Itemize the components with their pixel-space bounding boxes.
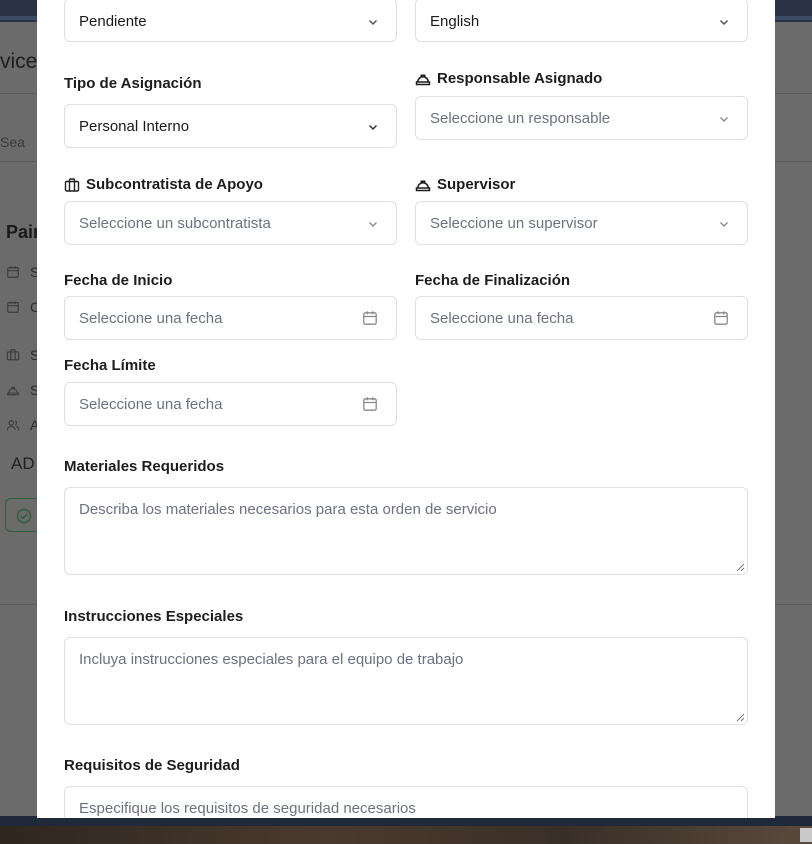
chevron-down-icon — [719, 19, 729, 26]
bg-briefcase-row: S — [6, 347, 39, 363]
window-corner-button[interactable] — [800, 828, 812, 842]
responsible-placeholder: Seleccione un responsable — [430, 110, 611, 127]
status-select-value: Pendiente — [79, 13, 147, 30]
materials-label: Materiales Requeridos — [64, 458, 224, 475]
deadline-picker[interactable]: Seleccione una fecha — [64, 382, 397, 426]
users-icon — [6, 420, 20, 431]
end-date-placeholder: Seleccione una fecha — [430, 310, 574, 327]
deadline-placeholder: Seleccione una fecha — [79, 396, 223, 413]
special-instructions-label-text: Instrucciones Especiales — [64, 608, 244, 625]
start-date-picker[interactable]: Seleccione una fecha — [64, 296, 397, 340]
end-date-label: Fecha de Finalización — [415, 272, 570, 289]
language-select[interactable]: English — [415, 0, 748, 42]
language-select-value: English — [430, 13, 480, 30]
supervisor-placeholder: Seleccione un supervisor — [430, 215, 598, 232]
taskbar-strip — [0, 816, 812, 844]
assignment-type-value: Personal Interno — [79, 118, 190, 135]
safety-requirements-label-text: Requisitos de Seguridad — [64, 757, 240, 774]
supervisor-label-text: Supervisor — [437, 176, 516, 193]
hard-hat-icon — [415, 74, 431, 85]
start-date-label-text: Fecha de Inicio — [64, 272, 173, 289]
assignment-type-label-text: Tipo de Asignación — [64, 75, 202, 92]
safety-requirements-placeholder: Especifique los requisitos de seguridad … — [79, 800, 416, 817]
end-date-picker[interactable]: Seleccione una fecha — [415, 296, 748, 340]
calendar-icon — [7, 266, 19, 278]
materials-label-text: Materiales Requeridos — [64, 458, 225, 475]
resize-handle-icon[interactable] — [736, 563, 745, 572]
materials-textarea[interactable]: Describa los materiales necesarios para … — [64, 487, 748, 575]
bg-item-title: Pair — [6, 222, 41, 242]
subcontractor-placeholder: Seleccione un subcontratista — [79, 215, 271, 232]
start-date-label: Fecha de Inicio — [64, 272, 172, 289]
bg-code-text: AD — [11, 454, 35, 473]
supervisor-label: Supervisor — [415, 176, 515, 193]
supervisor-select[interactable]: Seleccione un supervisor — [415, 201, 748, 245]
bg-calendar-row: S — [6, 264, 39, 280]
subcontractor-label-text: Subcontratista de Apoyo — [86, 176, 263, 193]
subcontractor-label: Subcontratista de Apoyo — [64, 176, 263, 193]
chevron-down-icon — [720, 222, 728, 227]
check-circle-icon — [16, 508, 32, 524]
deadline-label-text: Fecha Límite — [64, 357, 156, 374]
start-date-placeholder: Seleccione una fecha — [79, 310, 223, 327]
responsible-select[interactable]: Seleccione un responsable — [415, 96, 748, 140]
bg-calendar-row: C — [6, 299, 40, 315]
assignment-type-select[interactable]: Personal Interno — [64, 104, 397, 148]
assignment-type-label: Tipo de Asignación — [64, 75, 202, 92]
special-instructions-textarea[interactable]: Incluya instrucciones especiales para el… — [64, 637, 748, 725]
chevron-down-icon — [720, 117, 728, 122]
responsible-label: Responsable Asignado — [415, 70, 602, 87]
service-order-modal: Pendiente English Tipo de Asignación Per… — [37, 0, 775, 818]
special-instructions-placeholder: Incluya instrucciones especiales para el… — [79, 651, 464, 668]
deadline-label: Fecha Límite — [64, 357, 156, 374]
status-select[interactable]: Pendiente — [64, 0, 397, 42]
briefcase-icon — [64, 177, 80, 192]
end-date-label-text: Fecha de Finalización — [415, 272, 571, 289]
hard-hat-icon — [415, 180, 431, 191]
briefcase-icon — [6, 349, 20, 361]
calendar-icon — [7, 301, 19, 313]
chevron-down-icon — [368, 19, 378, 26]
calendar-icon[interactable] — [362, 310, 378, 326]
calendar-icon[interactable] — [713, 310, 729, 326]
responsible-label-text: Responsable Asignado — [437, 70, 603, 87]
hard-hat-icon — [7, 386, 19, 396]
chevron-down-icon — [369, 222, 377, 227]
bg-users-row: A — [6, 417, 39, 433]
materials-placeholder: Describa los materiales necesarios para … — [79, 501, 497, 518]
safety-requirements-label: Requisitos de Seguridad — [64, 757, 240, 774]
resize-handle-icon[interactable] — [736, 713, 745, 722]
bg-hardhat-row: S — [6, 382, 39, 398]
bg-page-title: vice — [0, 50, 38, 73]
desktop-wallpaper — [0, 826, 812, 844]
special-instructions-label: Instrucciones Especiales — [64, 608, 243, 625]
bg-search-text: Sea — [0, 134, 25, 150]
safety-requirements-textarea[interactable]: Especifique los requisitos de seguridad … — [64, 786, 748, 818]
calendar-icon[interactable] — [362, 396, 378, 412]
chevron-down-icon — [368, 124, 378, 131]
subcontractor-select[interactable]: Seleccione un subcontratista — [64, 201, 397, 245]
